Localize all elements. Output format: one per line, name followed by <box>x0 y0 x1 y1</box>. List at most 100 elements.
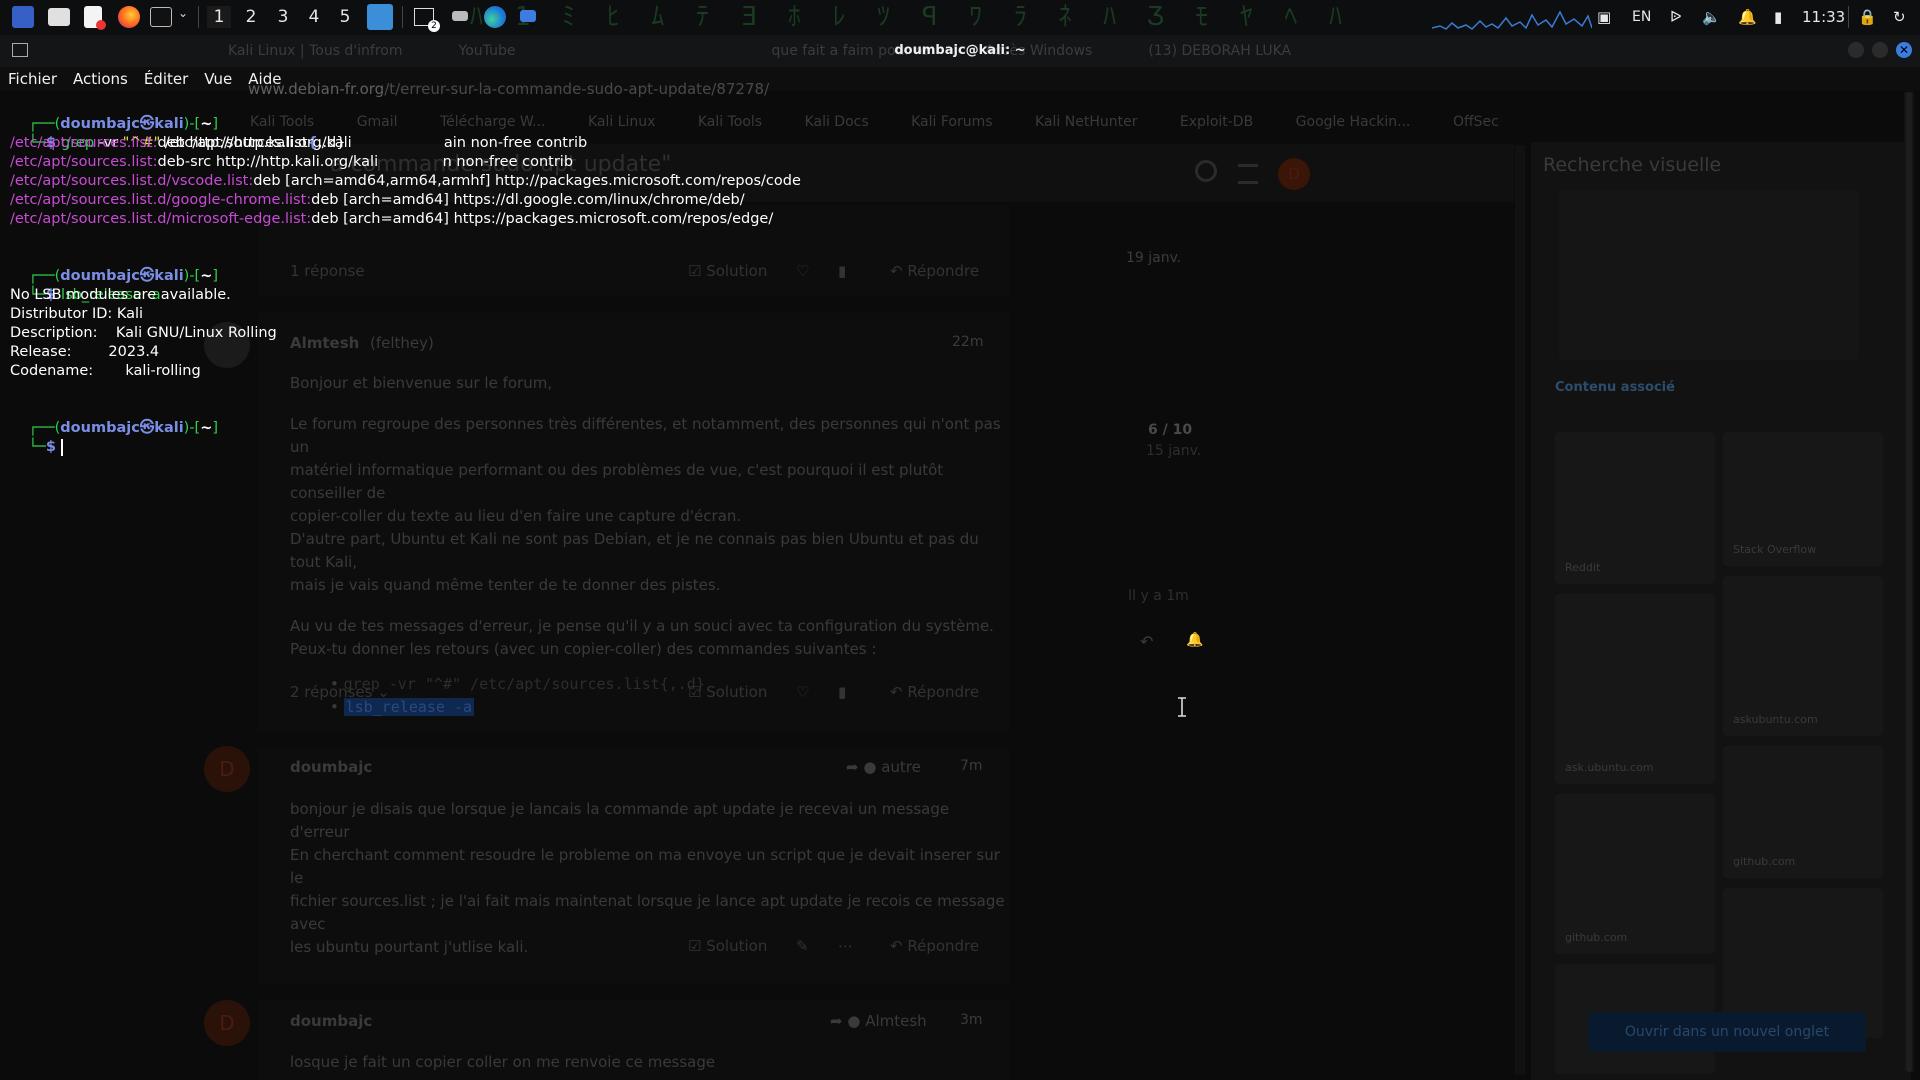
ghost-tab: (13) DEBORAH LUKA <box>1148 43 1292 59</box>
heart-icon: ♡ <box>796 262 810 280</box>
output-line: Release: 2023.4 <box>10 344 160 360</box>
author-avatar: D <box>204 1000 250 1046</box>
bookmark-item: Kali NetHunter <box>1035 114 1138 130</box>
close-button[interactable]: ✕ <box>1896 42 1912 58</box>
background-url: www.debian-fr.org/t/erreur-sur-la-comman… <box>248 80 770 98</box>
post-date: 3m <box>960 1012 983 1028</box>
bookmark-item: Kali Docs <box>804 114 869 130</box>
input-line[interactable]: └─$ <box>10 419 64 476</box>
workspace-3[interactable]: 3 <box>271 6 295 28</box>
post-date: 19 janv. <box>1126 250 1182 266</box>
heart-icon: ♡ <box>796 683 810 701</box>
panel-separator <box>402 6 403 28</box>
minimize-button[interactable] <box>1848 42 1864 58</box>
post-action-solution: ☑ Solution <box>688 937 768 955</box>
hamburger-icon <box>1238 164 1258 184</box>
post-author: Almtesh <box>290 334 360 352</box>
kali-dragon-icon[interactable] <box>367 4 393 30</box>
post-action-reply: ↶ Répondre <box>890 683 980 701</box>
bluetooth-icon[interactable]: ᐉ <box>1670 6 1682 28</box>
bookmark-item: OffSec <box>1452 114 1499 130</box>
code-snippet: grep -vr "^#" /etc/apt/sources.list{,.d} <box>343 675 705 693</box>
workspace-4[interactable]: 4 <box>302 6 326 28</box>
terminal-task-button[interactable]: 2 <box>412 4 440 32</box>
matrix-background: ﾊ 1 ﾐ ﾋ ﾑ ﾃ Ǝ ﾎ ﾚ ﾂ ꟼ ﾜ ﾗ ﾈ ﾊ Ӡ ﾓ ﾔ ﾍ ﾊ <box>470 2 1351 32</box>
power-icon[interactable]: ↻ <box>1893 6 1906 28</box>
lock-icon[interactable]: 🔒 <box>1858 6 1877 28</box>
terminal-window-icon <box>12 43 28 57</box>
post-author-handle: (felthey) <box>370 334 434 352</box>
post-author: doumbajc <box>290 758 373 776</box>
folder-icon[interactable] <box>520 10 536 22</box>
menu-vue[interactable]: Vue <box>204 70 232 88</box>
post-action-solution: ☑ Solution <box>688 262 768 280</box>
output-line: No LSB modules are available. <box>10 287 231 303</box>
post-action-reply: ↶ Répondre <box>890 937 980 955</box>
output-line: /etc/apt/sources.list.d/google-chrome.li… <box>10 192 745 208</box>
reply-to: ➦ ● Almtesh <box>830 1012 927 1030</box>
post-action-solution: ☑ Solution <box>688 683 768 701</box>
menu-actions[interactable]: Actions <box>73 70 128 88</box>
background-browser-tabs: Kali Linux | Tous d'infrom YouTube que f… <box>200 35 1319 67</box>
display-icon[interactable]: ▣ <box>1597 6 1611 28</box>
file-manager-icon[interactable] <box>48 8 70 26</box>
panel-separator <box>1848 6 1849 28</box>
keyboard-icon[interactable] <box>452 11 468 21</box>
edge-browser-icon[interactable] <box>484 6 506 28</box>
workspace-1[interactable]: 1 <box>207 6 231 28</box>
battery-icon[interactable]: ▮ <box>1774 6 1782 28</box>
output-line: Description: Kali GNU/Linux Rolling <box>10 325 277 341</box>
language-indicator[interactable]: EN <box>1632 6 1651 28</box>
clock[interactable]: 11:33 <box>1802 6 1845 28</box>
related-thumbnail[interactable]: Reddit <box>1555 432 1715 584</box>
bookmark-item: Gmail <box>356 114 398 130</box>
panel-separator <box>198 6 199 28</box>
output-line: Codename: kali-rolling <box>10 363 201 379</box>
cpu-graph-icon <box>1432 10 1592 30</box>
search-image-preview <box>1559 190 1859 360</box>
mouse-ibeam-cursor <box>1178 697 1186 717</box>
search-icon <box>1195 160 1217 182</box>
bookmark-item: Exploit-DB <box>1179 114 1254 130</box>
bookmark-icon: ▮ <box>838 262 847 280</box>
timeline-ago: Il y a 1m <box>1128 588 1189 604</box>
post-replies: 1 réponse <box>290 262 365 280</box>
post-action-reply: ↶ Répondre <box>890 262 980 280</box>
output-line: /etc/apt/sources.list.d/microsoft-edge.l… <box>10 211 774 227</box>
terminal-scrollbar[interactable] <box>1904 92 1914 1072</box>
visual-search-title: Recherche visuelle <box>1543 154 1722 176</box>
chevron-down-icon[interactable]: ⌄ <box>178 6 188 20</box>
menu-editer[interactable]: Éditer <box>144 70 188 88</box>
output-line: /etc/apt/sources.list.d/vscode.list:deb … <box>10 173 801 189</box>
user-avatar: D <box>1278 158 1310 190</box>
bookmark-item: Télécharge W... <box>440 114 546 130</box>
notification-bell-icon[interactable]: 🔔 <box>1738 6 1757 28</box>
text-editor-icon[interactable] <box>84 6 106 30</box>
related-thumbnail[interactable]: Stack Overflow <box>1723 432 1883 566</box>
edit-icon: ✎ <box>796 937 809 955</box>
menu-fichier[interactable]: Fichier <box>8 70 57 88</box>
volume-icon[interactable]: 🔈 <box>1702 6 1721 28</box>
bookmark-item: Kali Tools <box>697 114 763 130</box>
workspace-2[interactable]: 2 <box>239 6 263 28</box>
firefox-icon[interactable] <box>118 6 140 28</box>
ghost-tab: YouTube <box>458 43 516 59</box>
visual-search-panel: Recherche visuelle Contenu associé Reddi… <box>1531 142 1911 1080</box>
open-in-new-tab-button[interactable]: Ouvrir dans un nouvel onglet <box>1588 1012 1866 1052</box>
related-thumbnail[interactable]: github.com <box>1723 746 1883 878</box>
related-thumbnail[interactable]: ask.ubuntu.com <box>1555 594 1715 784</box>
workspace-5[interactable]: 5 <box>333 6 357 28</box>
scrollbar-thumb[interactable] <box>1906 92 1912 1072</box>
related-thumbnail[interactable]: github.com <box>1555 794 1715 954</box>
bookmark-item: Kali Forums <box>911 114 993 130</box>
post-author: doumbajc <box>290 1012 373 1030</box>
post-replies: 2 réponses ⌄ <box>290 683 390 701</box>
more-icon: ⋯ <box>838 937 853 955</box>
page-scrollbar[interactable] <box>1515 145 1525 1075</box>
kali-menu-icon[interactable] <box>12 6 34 28</box>
post-body: Bonjour et bienvenue sur le forum, Le fo… <box>290 374 1001 716</box>
terminal-icon[interactable] <box>150 7 172 27</box>
related-thumbnail[interactable]: askubuntu.com <box>1723 576 1883 736</box>
maximize-button[interactable] <box>1872 42 1888 58</box>
bell-icon: 🔔 <box>1186 632 1204 648</box>
